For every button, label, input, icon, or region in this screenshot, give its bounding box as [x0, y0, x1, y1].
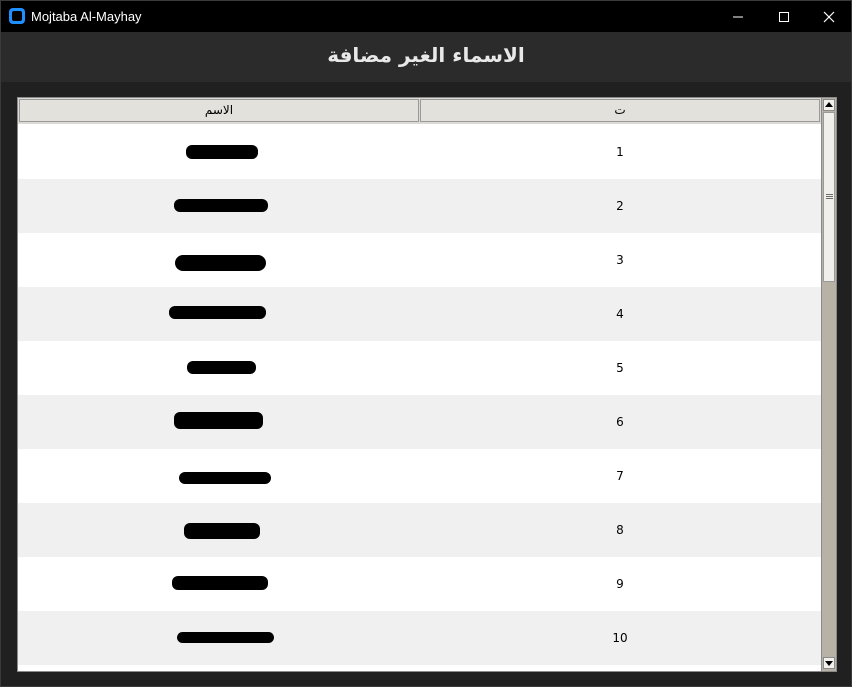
maximize-icon — [779, 12, 789, 22]
redacted-name — [174, 412, 263, 429]
name-cell — [18, 557, 419, 611]
number-cell: 3 — [616, 253, 624, 267]
app-window: Mojtaba Al-Mayhay الاسماء الغير مضافة ال… — [0, 0, 852, 687]
number-cell: 7 — [616, 469, 624, 483]
page-title: الاسماء الغير مضافة — [327, 43, 525, 67]
number-cell: 5 — [616, 361, 624, 375]
column-header-number[interactable]: ت — [420, 99, 820, 122]
scroll-down-icon — [825, 661, 833, 666]
minimize-button[interactable] — [715, 1, 761, 32]
minimize-icon — [733, 16, 743, 18]
title-bar[interactable]: Mojtaba Al-Mayhay — [1, 1, 851, 32]
redacted-name — [179, 472, 271, 484]
redacted-name — [186, 145, 258, 159]
number-cell: 4 — [616, 307, 624, 321]
name-cell — [18, 341, 419, 395]
name-cell — [18, 179, 419, 233]
maximize-button[interactable] — [761, 1, 807, 32]
window-title: Mojtaba Al-Mayhay — [31, 9, 142, 24]
scroll-thumb[interactable] — [823, 112, 835, 282]
redacted-name — [174, 199, 268, 212]
number-cell: 6 — [616, 415, 624, 429]
redacted-name — [177, 632, 274, 643]
app-icon — [9, 8, 25, 24]
table-row[interactable]: 4 — [18, 287, 821, 341]
name-cell — [18, 449, 419, 503]
number-cell: 9 — [616, 577, 624, 591]
table-row[interactable]: 3 — [18, 233, 821, 287]
name-cell — [18, 395, 419, 449]
close-button[interactable] — [806, 1, 852, 32]
redacted-name — [172, 576, 268, 590]
table-row[interactable]: 5 — [18, 341, 821, 395]
redacted-name — [175, 255, 266, 271]
table-row[interactable]: 2 — [18, 179, 821, 233]
table-row[interactable]: 1 — [18, 125, 821, 179]
table-row[interactable]: 7 — [18, 449, 821, 503]
name-cell — [18, 125, 419, 179]
scroll-up-icon — [825, 102, 833, 107]
redacted-name — [184, 523, 260, 539]
redacted-name — [169, 306, 266, 319]
names-table: الاسم ت 1 2 3 4 5 6 7 8 9 10 — [17, 97, 837, 672]
table-row[interactable]: 9 — [18, 557, 821, 611]
number-cell: 1 — [616, 145, 624, 159]
redacted-name — [187, 361, 256, 374]
close-icon — [823, 11, 835, 23]
name-cell — [18, 287, 419, 341]
number-cell: 2 — [616, 199, 624, 213]
table-row[interactable]: 10 — [18, 611, 821, 665]
column-header-name[interactable]: الاسم — [19, 99, 419, 122]
scroll-up-button[interactable] — [823, 99, 835, 111]
scroll-down-button[interactable] — [823, 657, 835, 669]
table-row[interactable]: 8 — [18, 503, 821, 557]
name-cell — [18, 611, 419, 665]
number-cell: 10 — [612, 631, 628, 645]
page-header: الاسماء الغير مضافة — [1, 32, 851, 82]
table-body: 1 2 3 4 5 6 7 8 9 10 — [18, 125, 821, 671]
name-cell — [18, 233, 419, 287]
vertical-scrollbar[interactable] — [821, 98, 836, 671]
name-cell — [18, 503, 419, 557]
table-row[interactable]: 6 — [18, 395, 821, 449]
number-cell: 8 — [616, 523, 624, 537]
table-header: الاسم ت — [18, 98, 821, 124]
